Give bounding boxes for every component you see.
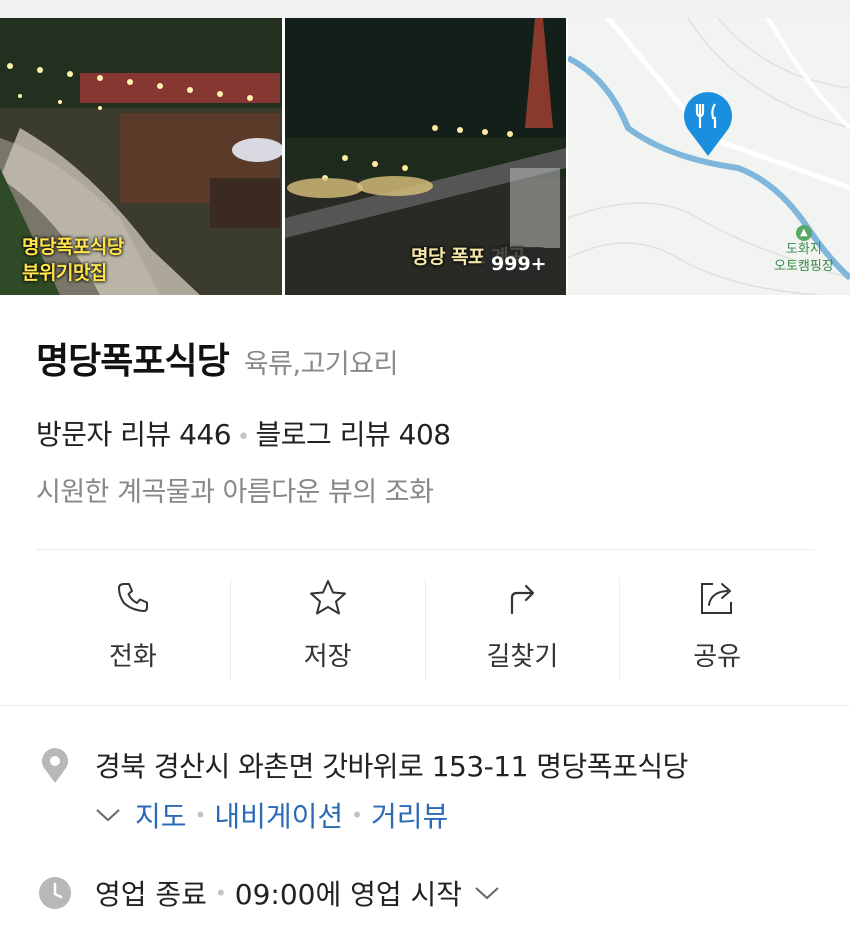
place-name: 명당폭포식당	[36, 341, 230, 382]
separator-dot: •	[194, 803, 207, 827]
chevron-down-icon[interactable]	[474, 885, 500, 901]
section-divider	[0, 705, 850, 706]
photo-1-caption-line2: 분위기맛집	[22, 262, 107, 284]
street-view-link[interactable]: 거리뷰	[371, 795, 448, 835]
phone-icon	[117, 583, 148, 612]
separator-dot: •	[237, 425, 250, 450]
call-button[interactable]: 전화	[36, 578, 230, 680]
separator-dot: •	[351, 803, 363, 827]
photo-strip: 명당폭포식당 분위기맛집 명당 폭포 계곡 999+ ▲ 도화지 오토캠핑장	[0, 18, 850, 295]
hours-status: 영업 종료	[95, 878, 207, 911]
place-category: 육류,고기요리	[243, 349, 399, 380]
save-label: 저장	[303, 642, 352, 672]
action-bar: 전화 저장 길찾기 공유	[36, 578, 814, 680]
business-hours[interactable]: 영업 종료 • 09:00에 영업 시작	[95, 873, 500, 913]
hours-next-open: 09:00에 영업 시작	[234, 878, 463, 911]
map-place-label: ▲ 도화지 오토캠핑장	[774, 223, 834, 275]
photo-count-badge[interactable]: 999+	[481, 247, 557, 281]
call-label: 전화	[108, 642, 157, 672]
blog-reviews-link[interactable]: 블로그 리뷰 408	[256, 418, 452, 451]
divider	[36, 549, 814, 550]
save-button[interactable]: 저장	[229, 578, 425, 680]
photo-1[interactable]: 명당폭포식당 분위기맛집	[0, 18, 282, 295]
chevron-down-icon[interactable]	[95, 807, 121, 823]
review-counts: 방문자 리뷰 446 • 블로그 리뷰 408	[36, 413, 451, 453]
address-text[interactable]: 경북 경산시 와촌면 갓바위로 153-11 명당폭포식당	[95, 745, 688, 785]
directions-icon	[511, 584, 535, 615]
photo-1-caption-line1: 명당폭포식당	[22, 236, 124, 258]
share-label: 공유	[693, 642, 742, 672]
clock-icon	[39, 877, 71, 909]
place-header: 명당폭포식당 육류,고기요리	[36, 332, 398, 384]
directions-button[interactable]: 길찾기	[424, 578, 620, 680]
visitor-reviews-link[interactable]: 방문자 리뷰 446	[36, 418, 232, 451]
restaurant-pin-icon	[684, 92, 732, 156]
photo-2[interactable]: 명당 폭포 계곡 999+	[285, 18, 566, 295]
location-pin-icon	[42, 748, 68, 783]
map-thumbnail[interactable]: ▲ 도화지 오토캠핑장	[568, 18, 850, 295]
navigation-link[interactable]: 내비게이션	[214, 795, 343, 835]
address-links: 지도 • 내비게이션 • 거리뷰	[95, 795, 448, 835]
top-strip	[0, 0, 850, 18]
map-link[interactable]: 지도	[135, 795, 187, 835]
directions-label: 길찾기	[486, 642, 559, 672]
separator-dot: •	[214, 881, 227, 905]
star-icon	[309, 580, 346, 615]
campsite-icon: ▲	[795, 225, 812, 241]
map-place-name: 도화지 오토캠핑장	[774, 242, 834, 274]
share-button[interactable]: 공유	[619, 578, 814, 680]
place-description: 시원한 계곡물과 아름다운 뷰의 조화	[36, 477, 434, 508]
share-icon	[701, 583, 733, 614]
